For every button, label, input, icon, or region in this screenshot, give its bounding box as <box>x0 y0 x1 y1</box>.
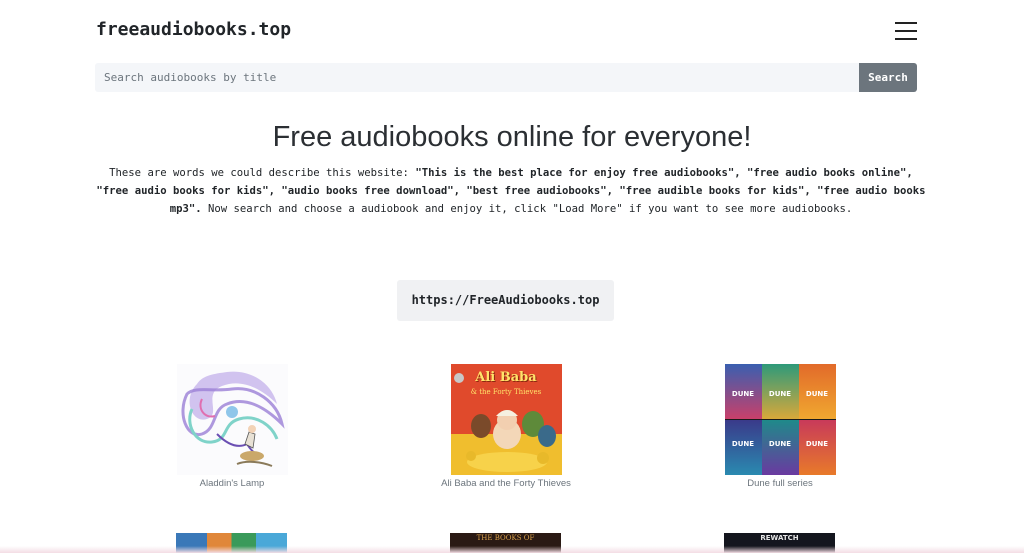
dune-tile: DUNE <box>761 364 799 419</box>
description-outro: Now search and choose a audiobook and en… <box>201 203 853 215</box>
dune-word: DUNE <box>768 390 792 398</box>
site-url-box: https://FreeAudiobooks.top <box>397 280 614 321</box>
menu-bar <box>895 22 917 24</box>
search-input[interactable] <box>95 63 859 92</box>
page-title: Free audiobooks online for everyone! <box>272 121 752 153</box>
dune-word: DUNE <box>805 440 829 448</box>
cover-subtitle: & the Forty Thieves <box>470 388 542 396</box>
dune-tile: DUNE <box>798 420 836 475</box>
dune-tile: DUNE <box>724 420 762 475</box>
search-form: Search <box>95 63 917 92</box>
book-cover[interactable] <box>176 364 288 475</box>
menu-toggle-icon[interactable] <box>895 21 917 41</box>
site-brand[interactable]: freeaudiobooks.top <box>96 19 291 40</box>
navbar: freeaudiobooks.top <box>0 0 1024 62</box>
description-intro: These are words we could describe this w… <box>109 167 416 179</box>
book-cover[interactable]: DUNE DUNE DUNE DUNE DUNE DUNE <box>724 364 836 475</box>
genie-illustration <box>181 371 285 467</box>
menu-bar <box>895 30 917 32</box>
book-card[interactable]: Aladdin's Lamp <box>112 364 352 489</box>
search-button[interactable]: Search <box>859 63 917 92</box>
book-title[interactable]: Ali Baba and the Forty Thieves <box>386 478 626 489</box>
cover-title: Ali Baba <box>475 370 537 385</box>
dune-word: DUNE <box>768 440 792 448</box>
cover-title: REWATCH <box>760 534 799 542</box>
site-description: These are words we could describe this w… <box>93 164 929 218</box>
book-card[interactable]: Ali Baba & the Forty Thieves Ali Baba an… <box>386 364 626 489</box>
dune-word: DUNE <box>731 390 755 398</box>
dune-tile: DUNE <box>761 420 799 475</box>
menu-bar <box>895 38 917 40</box>
dune-tile: DUNE <box>798 364 836 419</box>
book-cover[interactable]: Ali Baba & the Forty Thieves <box>450 364 562 475</box>
dune-word: DUNE <box>731 440 755 448</box>
book-title[interactable]: Aladdin's Lamp <box>112 478 352 489</box>
dune-word: DUNE <box>805 390 829 398</box>
book-title[interactable]: Dune full series <box>660 478 900 489</box>
page-bottom-fade <box>0 546 1024 553</box>
book-card[interactable]: DUNE DUNE DUNE DUNE DUNE DUNE Dune full … <box>660 364 900 489</box>
cover-title: THE BOOKS OF <box>476 534 535 542</box>
dune-tile: DUNE <box>724 364 762 419</box>
